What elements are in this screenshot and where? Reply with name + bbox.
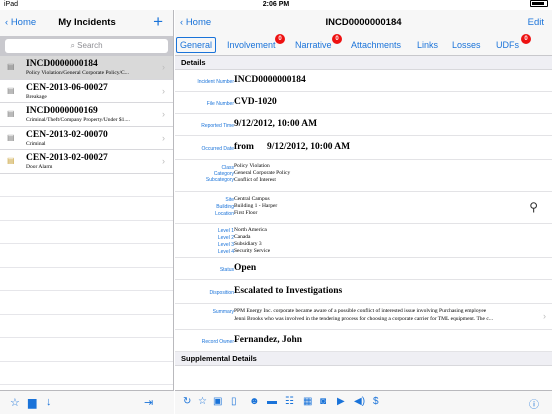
lock-icon[interactable]: ▣ — [213, 396, 222, 407]
star-icon[interactable]: ☆ — [198, 396, 207, 407]
video-icon[interactable]: ▶ — [337, 396, 345, 407]
map-pin-icon[interactable]: ⚲ — [529, 200, 538, 214]
field-org-levels: Level 1 Level 2 Level 3 Level 4 North Am… — [175, 224, 552, 258]
star-icon[interactable]: ☆ — [10, 396, 20, 409]
field-status: Status Open — [175, 258, 552, 280]
tab-losses[interactable]: Losses — [452, 40, 481, 50]
chevron-right-icon: › — [162, 132, 165, 143]
incident-list: ▤ INCD0000000184 Policy Violation/Genera… — [0, 56, 173, 409]
incident-title: INCD0000000184 — [325, 17, 402, 28]
field-disposition: Disposition Escalated to Investigations — [175, 280, 552, 304]
tab-involvement[interactable]: Involvement 0 — [227, 34, 285, 50]
record-icon: ▤ — [7, 62, 15, 71]
chevron-right-icon: › — [162, 109, 165, 119]
camera-icon[interactable]: ◙ — [320, 396, 326, 407]
tab-bar: General Involvement 0 Narrative 0 Attachme… — [175, 34, 552, 56]
tab-attachments[interactable]: Attachments — [351, 40, 401, 50]
bus-icon[interactable]: ▆ — [28, 396, 36, 409]
left-title: My Incidents — [58, 17, 116, 28]
supplemental-header: Supplemental Details — [175, 352, 552, 366]
search-bar: ⌕ Search — [0, 36, 173, 56]
incident-list-pane: ‹ Home My Incidents + ⌕ Search ▤ INCD000… — [0, 10, 174, 414]
list-item[interactable]: ▤ CEN-2013-02-00070 Criminal › — [0, 127, 173, 150]
field-file-number: File Number CVD-1020 — [175, 92, 552, 114]
arrow-down-icon[interactable]: ↓ — [46, 396, 52, 408]
chevron-right-icon: › — [162, 156, 165, 166]
chevron-right-icon: › — [162, 85, 165, 96]
left-toolbar: ☆ ▆ ↓ ⇥ — [0, 390, 174, 414]
count-badge: 0 — [332, 34, 342, 44]
count-badge: 0 — [275, 34, 285, 44]
empty-rows — [0, 174, 173, 409]
car-icon[interactable]: ▬ — [267, 396, 277, 407]
field-reported-time: Reported Time 9/12/2012, 10:00 AM — [175, 114, 552, 136]
field-classification: Class Category Subcategory Policy Violat… — [175, 160, 552, 192]
search-input[interactable]: ⌕ Search — [5, 39, 168, 53]
lock-icon: ▤ — [7, 156, 15, 165]
package-icon[interactable]: ▦ — [303, 396, 312, 407]
tab-udfs[interactable]: UDFs 0 — [496, 34, 531, 50]
search-icon: ⌕ — [70, 41, 75, 50]
plus-icon[interactable]: + — [153, 12, 163, 32]
incident-detail-pane: ‹ Home INCD0000000184 Edit General Invol… — [175, 10, 552, 414]
list-item[interactable]: ▤ CEN-2013-02-00027 Door Alarm › — [0, 150, 173, 174]
document-icon[interactable]: ▯ — [231, 396, 237, 407]
details-header: Details — [175, 56, 552, 70]
logout-icon[interactable]: ⇥ — [144, 396, 153, 409]
right-toolbar: ↻ ☆ ▣ ▯ ☻ ▬ ☷ ▦ ◙ ▶ ◀) $ ⓘ — [175, 390, 552, 414]
battery-icon — [530, 0, 548, 7]
record-icon: ▤ — [7, 109, 15, 118]
field-location[interactable]: Site Building Location Central Campus Bu… — [175, 192, 552, 224]
list-item[interactable]: ▤ CEN-2013-06-00027 Breakage › — [0, 80, 173, 103]
record-icon: ▤ — [7, 85, 15, 95]
clock: 2:06 PM — [262, 1, 290, 8]
money-icon[interactable]: $ — [373, 396, 379, 407]
status-bar: iPad 2:06 PM — [0, 0, 552, 10]
chevron-right-icon: › — [543, 311, 546, 321]
list-item[interactable]: ▤ INCD0000000169 Criminal/Theft/Company … — [0, 103, 173, 127]
left-nav-bar: ‹ Home My Incidents + — [0, 10, 173, 36]
info-icon[interactable]: ⓘ — [529, 396, 539, 411]
person-icon[interactable]: ☻ — [249, 396, 260, 407]
tab-links[interactable]: Links — [417, 40, 438, 50]
field-summary[interactable]: Summary PPM Energy Inc. corporate became… — [175, 304, 552, 330]
field-incident-number: Incident Number INCD0000000184 — [175, 70, 552, 92]
field-record-owner: Record Owner Fernandez, John — [175, 330, 552, 352]
count-badge: 0 — [521, 34, 531, 44]
list-item[interactable]: ▤ INCD0000000184 Policy Violation/Genera… — [0, 56, 173, 80]
tab-narrative[interactable]: Narrative 0 — [295, 34, 342, 50]
record-icon: ▤ — [7, 132, 15, 142]
audio-icon[interactable]: ◀) — [354, 396, 365, 407]
field-occurred-date: Occurred Date from 9/12/2012, 10:00 AM — [175, 136, 552, 160]
right-nav-bar: ‹ Home INCD0000000184 Edit — [175, 10, 552, 36]
tab-general[interactable]: General — [176, 37, 217, 53]
edit-button[interactable]: Edit — [528, 17, 544, 28]
refresh-icon[interactable]: ↻ — [183, 396, 191, 407]
chevron-right-icon: › — [162, 62, 165, 72]
group-icon[interactable]: ☷ — [285, 396, 294, 407]
